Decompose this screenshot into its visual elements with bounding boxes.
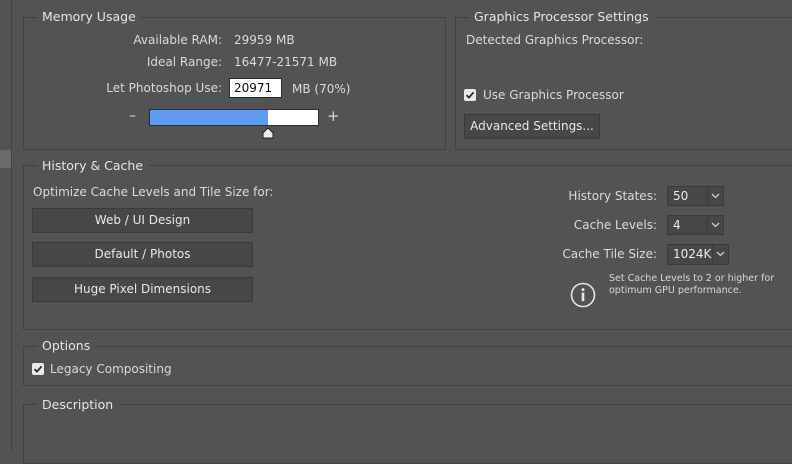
checkmark-icon [33,365,43,373]
ideal-range-label: Ideal Range: [146,55,222,69]
gpu-info-note-line2: optimum GPU performance. [609,285,742,296]
memory-amount-input[interactable] [229,78,282,98]
cache-tile-size-select[interactable]: 1024K [667,244,729,265]
cache-tile-size-label: Cache Tile Size: [562,247,657,261]
description-group [23,404,792,464]
info-circle-icon [570,282,596,308]
increase-memory-button[interactable]: + [327,108,340,124]
default-photos-button[interactable]: Default / Photos [32,242,253,267]
memory-slider-fill [150,110,268,125]
let-photoshop-use-label: Let Photoshop Use: [106,81,222,95]
optimize-cache-label: Optimize Cache Levels and Tile Size for: [33,185,274,199]
use-gpu-label: Use Graphics Processor [483,88,624,102]
cache-levels-select[interactable]: 4 [667,215,724,235]
history-states-label: History States: [568,189,657,203]
web-ui-design-button[interactable]: Web / UI Design [32,208,253,233]
history-states-select[interactable]: 50 [667,186,724,206]
left-edge-divider [11,0,12,451]
cache-levels-value: 4 [673,218,681,232]
memory-unit-label: MB (70%) [292,82,351,96]
history-cache-legend: History & Cache [37,158,149,174]
huge-pixel-dimensions-button[interactable]: Huge Pixel Dimensions [32,277,253,302]
advanced-settings-button[interactable]: Advanced Settings... [464,114,600,139]
gpu-info-note-line1: Set Cache Levels to 2 or higher for [609,273,775,284]
ideal-range-value: 16477-21571 MB [234,55,338,69]
use-gpu-checkbox[interactable] [464,89,476,101]
memory-slider-track[interactable] [149,109,319,126]
memory-slider-thumb[interactable] [262,127,274,139]
cache-tile-size-value: 1024K [673,247,712,261]
chevron-down-icon [711,222,720,228]
available-ram-value: 29959 MB [234,33,295,47]
description-legend: Description [37,397,119,413]
chevron-down-icon [716,251,725,257]
options-legend: Options [37,338,96,354]
gpu-settings-legend: Graphics Processor Settings [469,9,654,25]
checkmark-icon [465,91,475,99]
detected-gpu-label: Detected Graphics Processor: [466,33,644,47]
legacy-compositing-checkbox[interactable] [32,363,44,375]
legacy-compositing-label: Legacy Compositing [50,362,172,376]
chevron-down-icon [711,193,720,199]
cache-levels-label: Cache Levels: [573,218,657,232]
left-scroll-thumb[interactable] [0,150,11,168]
history-states-value: 50 [673,189,689,203]
memory-usage-legend: Memory Usage [37,9,141,25]
available-ram-label: Available RAM: [133,33,222,47]
decrease-memory-button[interactable]: – [129,108,136,124]
